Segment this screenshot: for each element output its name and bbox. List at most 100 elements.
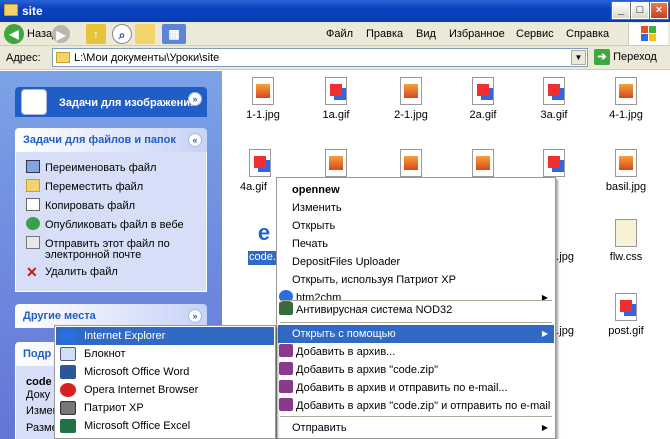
back-button[interactable]: ◀ [4, 24, 24, 44]
open-with-excel[interactable]: Microsoft Office Excel [56, 417, 274, 435]
globe-icon [26, 217, 40, 230]
menu-help[interactable]: Справка [566, 28, 609, 40]
windows-logo [628, 23, 668, 45]
menu-item-open-patriot[interactable]: Открыть, используя Патриот XP [278, 271, 554, 289]
file-label: basil.jpg [605, 181, 647, 193]
file-item[interactable]: 1a.gif [306, 77, 366, 121]
minimize-button[interactable]: _ [611, 1, 631, 20]
file-tasks-title: Задачи для файлов и папок [23, 134, 176, 146]
publish-task[interactable]: Опубликовать файл в вебе [26, 217, 184, 231]
file-item[interactable] [524, 149, 584, 177]
menu-item-depositfiles[interactable]: DepositFiles Uploader [278, 253, 554, 271]
delete-x-icon: ✕ [26, 264, 38, 280]
go-button[interactable]: ➔ Переход [594, 49, 657, 65]
menu-view[interactable]: Вид [416, 28, 436, 40]
open-with-notepad[interactable]: Блокнот [56, 345, 274, 363]
file-item[interactable]: 4a.gif [240, 149, 280, 195]
context-menu: opennew Изменить Открыть Печать DepositF… [276, 177, 556, 439]
submenu-label: Microsoft Office Excel [84, 420, 191, 432]
image-tasks-header[interactable]: Задачи для изображений » [15, 87, 207, 117]
file-item[interactable]: post.gif [596, 293, 656, 337]
winrar-icon [279, 344, 293, 357]
jpg-file-icon [252, 77, 274, 105]
copy-task[interactable]: Копировать файл [26, 198, 135, 212]
menu-file[interactable]: Файл [326, 28, 353, 40]
menu-item-add-archive[interactable]: Добавить в архив... [278, 343, 554, 361]
up-folder-icon[interactable]: ↑ [86, 24, 106, 44]
image-tasks-title: Задачи для изображений [59, 97, 197, 109]
chevron-down-icon[interactable]: » [188, 309, 202, 323]
folders-icon[interactable] [135, 24, 155, 44]
menu-label: Добавить в архив "code.zip" и отправить … [296, 400, 551, 412]
internet-explorer-icon: e [253, 219, 275, 247]
gif-file-icon [325, 77, 347, 105]
jpg-file-icon [400, 149, 422, 177]
move-task[interactable]: Переместить файл [26, 179, 143, 193]
file-label: 1a.gif [322, 109, 350, 121]
jpg-file-icon [325, 149, 347, 177]
file-item[interactable]: flw.css [596, 219, 656, 263]
open-with-internet-explorer[interactable]: Internet Explorer [56, 327, 274, 345]
menu-item-open-with[interactable]: Открыть с помощью ▶ [278, 325, 554, 343]
submenu-arrow-icon: ▶ [541, 423, 548, 432]
file-item[interactable] [453, 149, 513, 177]
maximize-button[interactable]: □ [630, 1, 650, 20]
open-with-opera[interactable]: Opera Internet Browser [56, 381, 274, 399]
open-with-word[interactable]: Microsoft Office Word [56, 363, 274, 381]
word-icon [60, 365, 76, 379]
menu-item-archive-email[interactable]: Добавить в архив и отправить по e-mail..… [278, 379, 554, 397]
forward-button[interactable]: ▶ [52, 25, 70, 43]
file-tasks-header[interactable]: Задачи для файлов и папок « [15, 128, 207, 152]
jpg-file-icon [472, 149, 494, 177]
open-with-patriot[interactable]: Патриот XP [56, 399, 274, 417]
open-with-submenu: Internet Explorer Блокнот Microsoft Offi… [54, 325, 276, 439]
menu-item-code-zip-email[interactable]: Добавить в архив "code.zip" и отправить … [278, 397, 554, 415]
nod32-icon [279, 302, 293, 315]
gif-file-icon [249, 149, 271, 177]
file-item[interactable] [381, 149, 441, 177]
envelope-icon [26, 236, 40, 249]
menu-item-nod32[interactable]: Антивирусная система NOD32 [278, 301, 554, 319]
file-item[interactable]: basil.jpg [596, 149, 656, 193]
close-button[interactable]: × [649, 1, 669, 20]
excel-icon [60, 419, 76, 433]
views-icon[interactable]: ▦ [162, 24, 186, 44]
menu-tools[interactable]: Сервис [516, 28, 554, 40]
jpg-file-icon [400, 77, 422, 105]
file-item[interactable]: 3a.gif [524, 77, 584, 121]
menu-item-print[interactable]: Печать [278, 235, 554, 253]
email-task[interactable]: Отправить этот файл по [26, 236, 170, 250]
menu-item-send-to[interactable]: Отправить ▶ [278, 419, 554, 437]
winrar-icon [279, 380, 293, 393]
file-label: flw.css [609, 251, 643, 263]
chevron-down-icon[interactable]: ▼ [571, 50, 586, 65]
delete-task[interactable]: ✕ Удалить файл [26, 264, 118, 280]
rename-task[interactable]: Переименовать файл [26, 160, 156, 174]
menu-favorites[interactable]: Избранное [449, 28, 505, 40]
move-icon [26, 179, 40, 192]
separator [280, 416, 552, 417]
task-label: Переместить файл [45, 181, 144, 193]
search-icon[interactable]: ⌕ [112, 24, 132, 44]
menu-edit[interactable]: Правка [366, 28, 403, 40]
file-item[interactable]: 2-1.jpg [381, 77, 441, 121]
menu-item-edit[interactable]: Изменить [278, 199, 554, 217]
title-bar[interactable]: site _ □ × [0, 0, 670, 22]
notepad-icon [60, 347, 76, 361]
chevron-up-icon[interactable]: « [188, 133, 202, 147]
winrar-icon [279, 398, 293, 411]
menu-label: Отправить [292, 422, 347, 434]
menu-label: Добавить в архив и отправить по e-mail..… [296, 382, 508, 394]
file-item[interactable]: 1-1.jpg [233, 77, 293, 121]
file-item[interactable]: 4-1.jpg [596, 77, 656, 121]
chevron-down-icon[interactable]: » [188, 92, 202, 106]
menu-item-add-code-zip[interactable]: Добавить в архив "code.zip" [278, 361, 554, 379]
file-item[interactable]: 2a.gif [453, 77, 513, 121]
file-item[interactable] [306, 149, 366, 177]
menu-item-open[interactable]: Открыть [278, 217, 554, 235]
address-input[interactable]: L:\Мои документы\Уроки\site ▼ [52, 48, 588, 67]
email-task-line2[interactable]: электронной почте [45, 249, 141, 261]
details-name: code [26, 376, 52, 388]
menu-item-opennew[interactable]: opennew [278, 181, 554, 199]
folder-icon [56, 52, 70, 63]
